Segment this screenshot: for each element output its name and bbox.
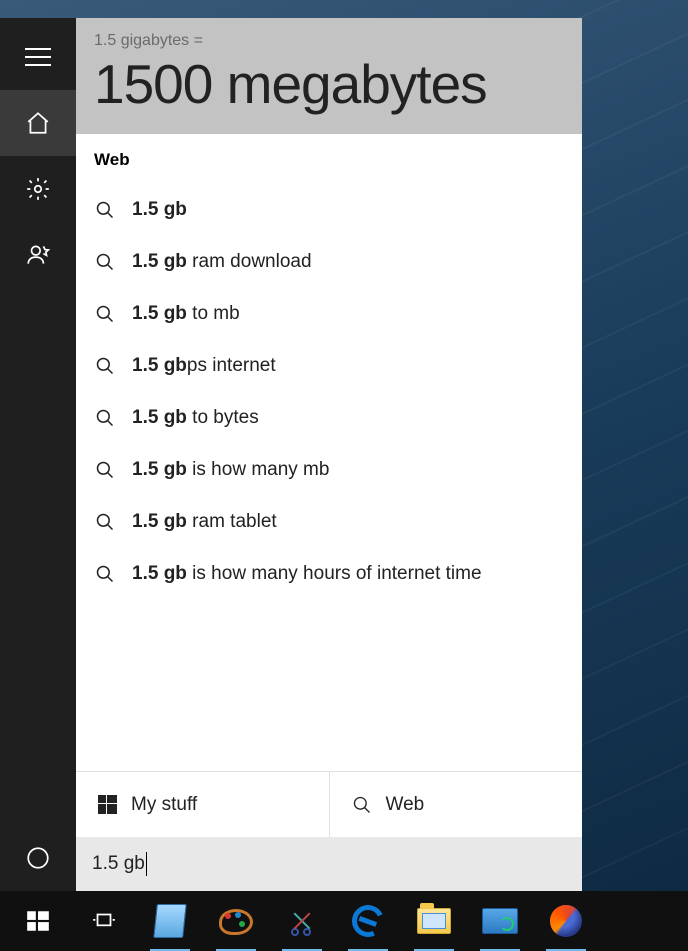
- suggestion-text: 1.5 gb to mb: [132, 303, 240, 325]
- taskbar-file-explorer[interactable]: [402, 891, 466, 951]
- feedback-icon: [25, 242, 51, 268]
- task-view-icon: [91, 908, 117, 934]
- edge-icon: [347, 900, 388, 941]
- suggestion-text: 1.5 gbps internet: [132, 355, 276, 377]
- my-stuff-button[interactable]: My stuff: [76, 772, 329, 837]
- suggestion-text: 1.5 gb: [132, 199, 187, 221]
- search-suggestion[interactable]: 1.5 gb is how many mb: [94, 444, 564, 496]
- answer-query-text: 1.5 gigabytes =: [94, 32, 564, 50]
- search-icon: [94, 407, 116, 429]
- search-sidebar: [0, 18, 76, 891]
- search-icon: [94, 355, 116, 377]
- taskbar: [0, 891, 688, 951]
- cortana-button[interactable]: [0, 825, 76, 891]
- scope-row: My stuff Web: [76, 771, 582, 837]
- text-caret: [146, 852, 147, 876]
- taskbar-snipping-tool[interactable]: [270, 891, 334, 951]
- windows-start-icon: [25, 908, 51, 934]
- home-button[interactable]: [0, 90, 76, 156]
- task-view-button[interactable]: [72, 891, 136, 951]
- hamburger-icon: [25, 48, 51, 66]
- web-scope-button[interactable]: Web: [329, 772, 583, 837]
- answer-result-text: 1500 megabytes: [94, 52, 564, 116]
- search-icon: [94, 303, 116, 325]
- search-suggestion[interactable]: 1.5 gb to mb: [94, 288, 564, 340]
- feedback-button[interactable]: [0, 222, 76, 288]
- web-suggestions-section: Web 1.5 gb 1.5 gb ram download 1.5 gb to m…: [76, 134, 582, 771]
- search-suggestion[interactable]: 1.5 gb: [94, 184, 564, 236]
- taskbar-notepad[interactable]: [138, 891, 202, 951]
- suggestion-text: 1.5 gb ram download: [132, 251, 312, 273]
- search-icon: [94, 511, 116, 533]
- search-suggestion[interactable]: 1.5 gb ram download: [94, 236, 564, 288]
- control-panel-icon: [482, 908, 518, 934]
- my-stuff-label: My stuff: [131, 794, 197, 816]
- folder-icon: [417, 908, 451, 934]
- search-suggestion[interactable]: 1.5 gb to bytes: [94, 392, 564, 444]
- search-icon: [94, 251, 116, 273]
- search-icon: [94, 563, 116, 585]
- suggestions-list: 1.5 gb 1.5 gb ram download 1.5 gb to mb 1.5…: [94, 184, 564, 600]
- answer-card: 1.5 gigabytes = 1500 megabytes: [76, 18, 582, 134]
- taskbar-control-panel[interactable]: [468, 891, 532, 951]
- taskbar-paint[interactable]: [204, 891, 268, 951]
- suggestion-text: 1.5 gb is how many hours of internet tim…: [132, 563, 482, 585]
- search-input-value: 1.5 gb: [92, 853, 145, 875]
- settings-button[interactable]: [0, 156, 76, 222]
- cortana-search-panel: 1.5 gigabytes = 1500 megabytes Web 1.5 g…: [0, 18, 582, 891]
- search-suggestion[interactable]: 1.5 gb is how many hours of internet tim…: [94, 548, 564, 600]
- taskbar-edge[interactable]: [336, 891, 400, 951]
- home-icon: [25, 110, 51, 136]
- suggestion-text: 1.5 gb to bytes: [132, 407, 259, 429]
- search-input[interactable]: 1.5 gb: [76, 837, 582, 891]
- web-scope-label: Web: [386, 794, 425, 816]
- windows-icon: [98, 795, 117, 814]
- search-suggestion[interactable]: 1.5 gbps internet: [94, 340, 564, 392]
- web-heading: Web: [94, 150, 564, 170]
- search-icon: [94, 459, 116, 481]
- suggestion-text: 1.5 gb ram tablet: [132, 511, 277, 533]
- notepad-icon: [153, 904, 187, 938]
- search-suggestion[interactable]: 1.5 gb ram tablet: [94, 496, 564, 548]
- cortana-icon: [25, 845, 51, 871]
- scissors-icon: [287, 906, 317, 936]
- start-button[interactable]: [6, 891, 70, 951]
- gear-icon: [25, 176, 51, 202]
- search-icon: [94, 199, 116, 221]
- firefox-icon: [550, 905, 582, 937]
- menu-button[interactable]: [0, 24, 76, 90]
- search-main: 1.5 gigabytes = 1500 megabytes Web 1.5 g…: [76, 18, 582, 891]
- suggestion-text: 1.5 gb is how many mb: [132, 459, 329, 481]
- taskbar-firefox[interactable]: [534, 891, 598, 951]
- paint-icon: [219, 907, 253, 935]
- search-icon: [352, 795, 372, 815]
